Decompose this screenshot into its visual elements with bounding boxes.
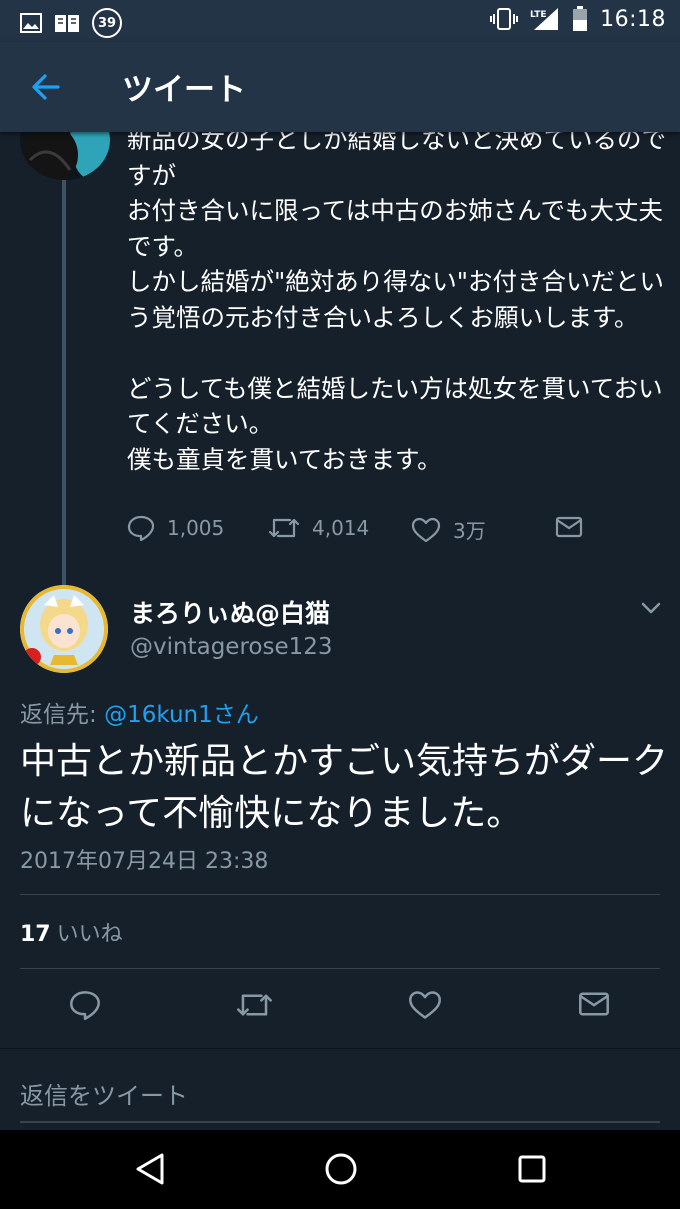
reply-icon xyxy=(69,991,101,1024)
back-triangle-icon[interactable] xyxy=(134,1152,166,1190)
replying-to-mention[interactable]: @16kun1さん xyxy=(104,702,259,728)
envelope-icon xyxy=(578,992,610,1022)
image-icon xyxy=(20,13,42,33)
notification-count-badge: 39 xyxy=(92,8,122,38)
battery-icon xyxy=(572,6,588,32)
like-button[interactable] xyxy=(408,990,442,1024)
user-handle[interactable]: @vintagerose123 xyxy=(130,634,333,660)
retweet-button[interactable] xyxy=(236,990,273,1024)
likes-label: いいね xyxy=(56,922,123,947)
page-title: ツイート xyxy=(122,72,246,108)
thread-connector-line xyxy=(62,168,66,586)
reply-input[interactable] xyxy=(20,1071,660,1123)
display-name[interactable]: まろりぃぬ@白猫 xyxy=(130,594,330,630)
system-navigation-bar xyxy=(0,1130,680,1209)
reply-icon xyxy=(127,515,155,541)
home-circle-icon[interactable] xyxy=(324,1152,358,1190)
previous-tweet-actions: 1,005 4,014 3万 xyxy=(127,515,607,549)
like-count: 3万 xyxy=(453,519,486,543)
recent-apps-square-icon[interactable] xyxy=(516,1152,548,1190)
heart-icon xyxy=(408,991,442,1024)
divider xyxy=(20,968,660,969)
user-avatar[interactable] xyxy=(20,585,108,673)
retweet-icon xyxy=(236,994,273,1024)
tweet-actions xyxy=(0,990,680,1030)
direct-message-button[interactable] xyxy=(578,990,610,1022)
retweet-count: 4,014 xyxy=(312,516,370,540)
retweet-icon xyxy=(268,515,300,541)
reply-count: 1,005 xyxy=(167,516,225,540)
arrow-left-icon[interactable] xyxy=(28,69,64,105)
likes-count: 17 xyxy=(20,922,51,947)
tweet-timestamp: 2017年07月24日 23:38 xyxy=(20,849,269,874)
chevron-down-icon[interactable] xyxy=(640,600,662,616)
replying-label: 返信先: xyxy=(20,702,97,728)
tweet-text: 中古とか新品とかすごい気持ちがダークになって不愉快になりました。 xyxy=(20,741,669,834)
likes-summary[interactable]: 17 いいね xyxy=(20,916,123,948)
replying-to: 返信先: @16kun1さん xyxy=(20,695,259,729)
reply-button[interactable] xyxy=(69,990,101,1024)
like-button[interactable]: 3万 xyxy=(411,515,486,544)
status-bar: 39 LTE 16:18 xyxy=(0,0,680,42)
svg-text:LTE: LTE xyxy=(530,10,547,20)
book-icon xyxy=(54,13,80,33)
reply-bar xyxy=(0,1048,680,1131)
previous-tweet-text: 新品の女の子としか結婚しないと決めているのですが お付き合いに限っては中古のお姉… xyxy=(127,125,666,474)
divider xyxy=(20,894,660,895)
retweet-button[interactable]: 4,014 xyxy=(268,515,369,541)
reply-button[interactable]: 1,005 xyxy=(127,515,224,541)
signal-lte-icon: LTE xyxy=(530,7,560,31)
heart-icon xyxy=(411,517,441,543)
vibrate-icon xyxy=(490,8,519,30)
app-bar: ツイート xyxy=(0,42,680,132)
status-clock: 16:18 xyxy=(600,6,666,32)
direct-message-button[interactable] xyxy=(555,515,583,539)
envelope-icon xyxy=(555,515,583,539)
